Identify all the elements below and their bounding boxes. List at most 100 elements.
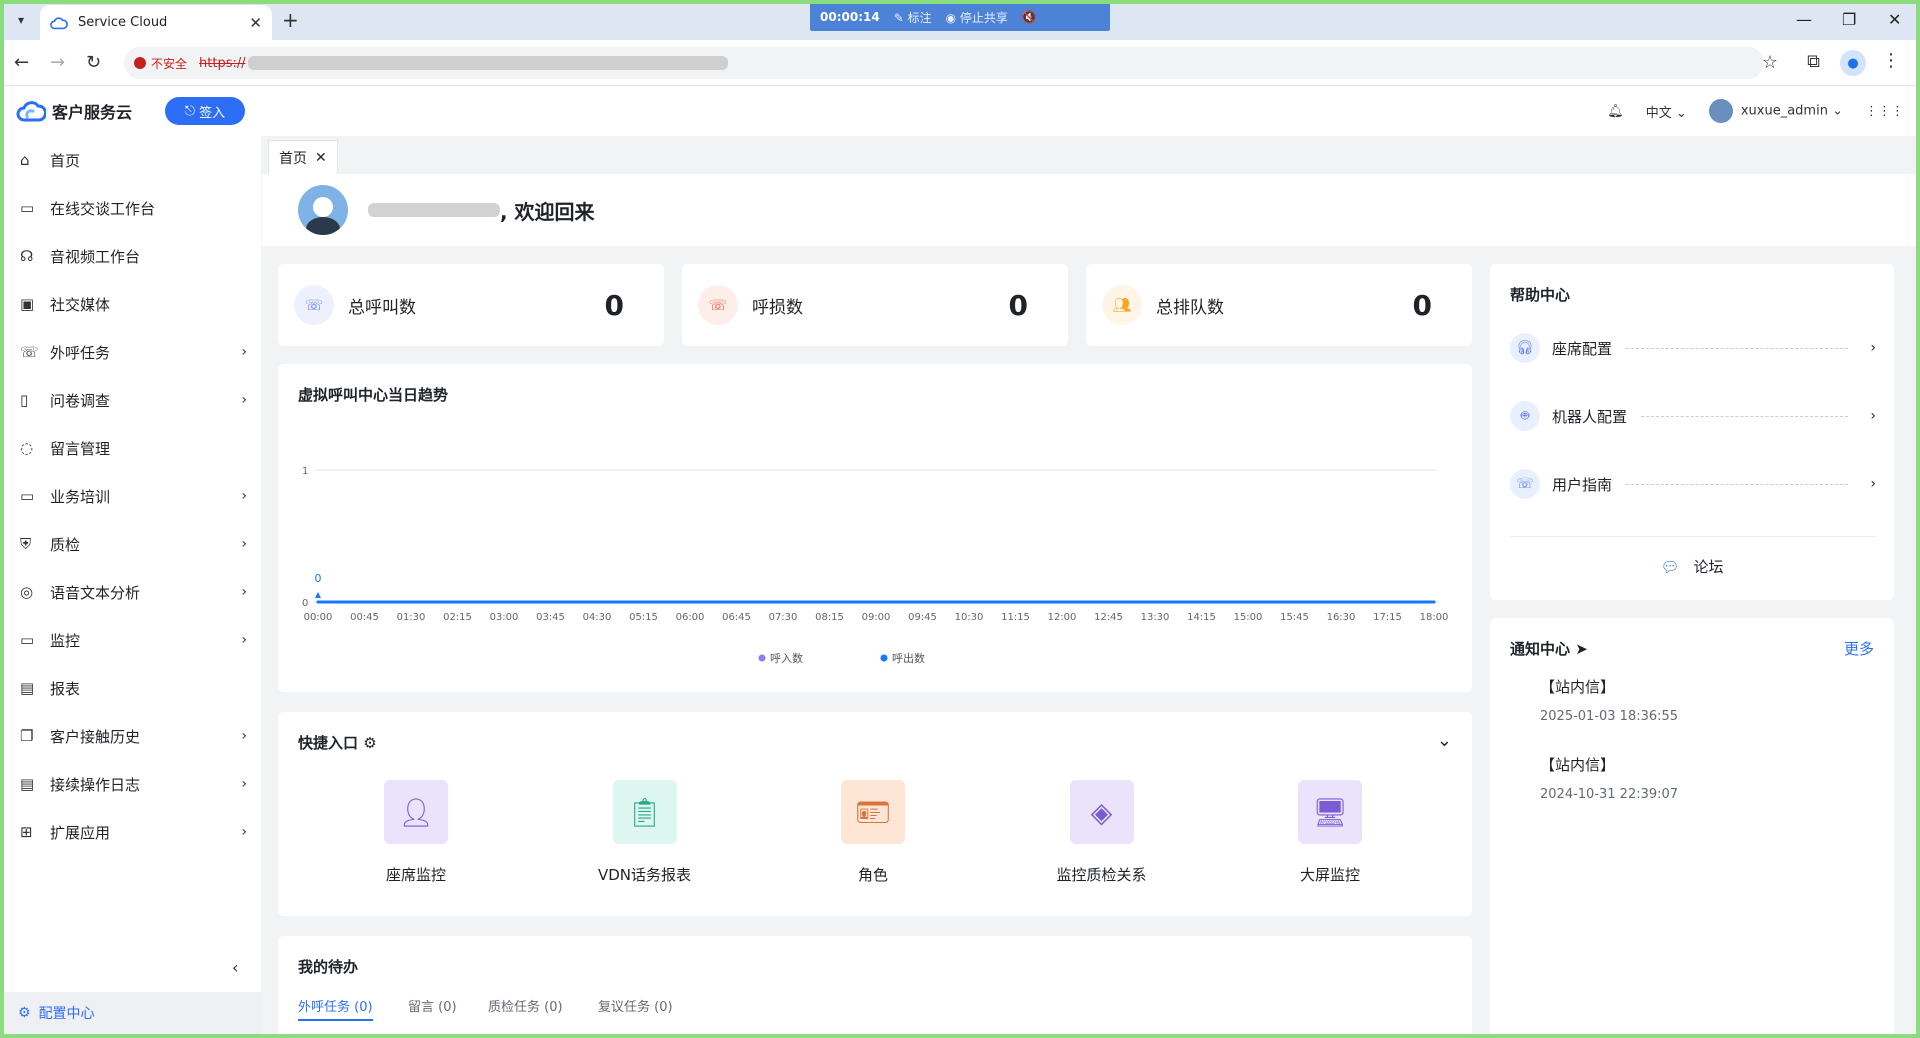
tab-home[interactable]: 首页 ✕ bbox=[268, 140, 338, 174]
sidebar-item-6[interactable]: ◌ 留言管理 bbox=[4, 424, 261, 472]
sidebar-item-13[interactable]: ▤ 接续操作日志 › bbox=[4, 760, 261, 808]
stat-card: ☏ 总呼叫数 0 bbox=[278, 264, 664, 346]
shortcut-item[interactable]: 🖥︎ 大屏监控 bbox=[1250, 780, 1410, 885]
security-indicator[interactable]: 不安全 bbox=[134, 55, 187, 72]
sidebar-item-5[interactable]: ▯ 问卷调查 › bbox=[4, 376, 261, 424]
annotation-label: 0 bbox=[315, 572, 322, 585]
todo-tab[interactable]: 质检任务 (0) bbox=[488, 996, 563, 1015]
x-tick-label: 16:30 bbox=[1327, 612, 1356, 623]
sidebar-item-4[interactable]: ☏ 外呼任务 › bbox=[4, 328, 261, 376]
restore-icon[interactable]: ❐ bbox=[1842, 10, 1856, 29]
help-item[interactable]: ☏ 用户指南 › bbox=[1510, 464, 1876, 504]
app-grid-icon[interactable]: ⋮⋮⋮ bbox=[1865, 104, 1904, 119]
todo-tab[interactable]: 留言 (0) bbox=[408, 996, 457, 1015]
chevron-right-icon: › bbox=[241, 344, 247, 360]
sidebar-item-label: 质检 bbox=[50, 535, 81, 554]
settings-icon[interactable]: ⚙ bbox=[363, 734, 376, 752]
close-window-icon[interactable]: ✕ bbox=[1888, 10, 1901, 29]
notice-title: 【站内信】 bbox=[1540, 678, 1616, 696]
bookmark-star-icon[interactable]: ☆ bbox=[1762, 52, 1778, 73]
sidebar-item-label: 在线交谈工作台 bbox=[50, 199, 156, 218]
sidebar-item-11[interactable]: ▤ 报表 bbox=[4, 664, 261, 712]
browser-tab[interactable]: Service Cloud ✕ bbox=[40, 5, 272, 40]
language-select[interactable]: 中文 ⌄ bbox=[1646, 102, 1687, 121]
data-point bbox=[828, 600, 831, 604]
help-label: 机器人配置 bbox=[1552, 407, 1628, 426]
data-point bbox=[316, 600, 320, 604]
help-icon: 🤖︎ bbox=[1510, 401, 1540, 431]
notice-item[interactable]: 【站内信】 2025-01-03 18:36:55 bbox=[1540, 676, 1678, 724]
x-tick-label: 05:15 bbox=[629, 612, 658, 623]
collapse-shortcuts-icon[interactable]: ⌄ bbox=[1437, 730, 1452, 751]
signin-button[interactable]: ⎋ 签入 bbox=[165, 97, 245, 125]
x-tick-label: 13:30 bbox=[1141, 612, 1170, 623]
stat-label: 总呼叫数 bbox=[348, 297, 416, 318]
chevron-right-icon: › bbox=[1870, 340, 1876, 356]
data-point bbox=[642, 600, 645, 604]
close-icon[interactable]: ✕ bbox=[315, 150, 327, 166]
help-item[interactable]: 🎧︎ 座席配置 › bbox=[1510, 328, 1876, 368]
stat-value: 0 bbox=[1412, 288, 1432, 322]
mute-icon[interactable]: 🔇 bbox=[1022, 10, 1037, 24]
stat-label: 呼损数 bbox=[752, 297, 803, 318]
stat-icon: ☏ bbox=[294, 285, 334, 325]
sidebar-item-label: 外呼任务 bbox=[50, 343, 111, 362]
shortcut-item[interactable]: ◈ 监控质检关系 bbox=[1022, 780, 1182, 885]
browser-menu-icon[interactable]: ⋮ bbox=[1882, 50, 1900, 71]
sidebar-item-0[interactable]: ⌂ 首页 bbox=[4, 136, 261, 184]
x-tick-label: 10:30 bbox=[955, 612, 984, 623]
shortcut-label: VDN话务报表 bbox=[597, 866, 692, 884]
more-link[interactable]: 更多 bbox=[1844, 638, 1874, 659]
sidebar-item-14[interactable]: ⊞ 扩展应用 › bbox=[4, 808, 261, 856]
sidebar-item-2[interactable]: ☊ 音视频工作台 bbox=[4, 232, 261, 280]
user-menu[interactable]: xuxue_admin ⌄ bbox=[1708, 99, 1843, 123]
apps-icon: ⊞ bbox=[20, 823, 33, 841]
back-icon[interactable]: ← bbox=[14, 52, 29, 73]
close-tab-icon[interactable]: ✕ bbox=[249, 14, 262, 32]
history-icon: ❐ bbox=[20, 727, 34, 745]
sidebar-item-1[interactable]: ▭ 在线交谈工作台 bbox=[4, 184, 261, 232]
todo-tab[interactable]: 复议任务 (0) bbox=[598, 996, 673, 1015]
sidebar-item-10[interactable]: ▭ 监控 › bbox=[4, 616, 261, 664]
help-item[interactable]: 🤖︎ 机器人配置 › bbox=[1510, 396, 1876, 436]
sidebar-item-3[interactable]: ▣ 社交媒体 bbox=[4, 280, 261, 328]
sidebar-item-label: 监控 bbox=[50, 631, 81, 650]
shortcut-item[interactable]: 🪪︎ 角色 bbox=[793, 780, 953, 885]
forum-link[interactable]: 💬︎ 论坛 bbox=[1490, 556, 1894, 577]
notice-time: 2025-01-03 18:36:55 bbox=[1540, 709, 1679, 724]
bell-icon[interactable]: 🔔︎ bbox=[1607, 104, 1624, 119]
help-label: 用户指南 bbox=[1552, 475, 1613, 494]
sidebar-item-12[interactable]: ❐ 客户接触历史 › bbox=[4, 712, 261, 760]
new-tab-button[interactable]: + bbox=[282, 8, 299, 32]
extensions-icon[interactable]: ⧉ bbox=[1807, 51, 1820, 72]
minimize-icon[interactable]: — bbox=[1796, 10, 1812, 29]
sidebar-item-7[interactable]: ▭ 业务培训 › bbox=[4, 472, 261, 520]
notice-item[interactable]: 【站内信】 2024-10-31 22:39:07 bbox=[1540, 754, 1678, 802]
tab-search-icon[interactable]: ▾ bbox=[10, 9, 32, 31]
todo-tab[interactable]: 外呼任务 (0) bbox=[298, 996, 373, 1021]
sidebar-item-9[interactable]: ◎ 语音文本分析 › bbox=[4, 568, 261, 616]
shortcut-item[interactable]: 📋︎ VDN话务报表 bbox=[565, 780, 725, 885]
url-input[interactable]: 不安全 https:// bbox=[124, 47, 1764, 79]
stop-share-button[interactable]: ◉ 停止共享 bbox=[946, 9, 1008, 26]
x-tick-label: 09:00 bbox=[862, 612, 891, 623]
forward-icon[interactable]: → bbox=[50, 52, 65, 73]
x-tick-label: 08:15 bbox=[815, 612, 844, 623]
reload-icon[interactable]: ↻ bbox=[86, 52, 101, 73]
sidebar-item-8[interactable]: ⛨ 质检 › bbox=[4, 520, 261, 568]
training-icon: ▭ bbox=[20, 487, 35, 505]
sidebar-item-label: 扩展应用 bbox=[50, 823, 111, 842]
data-point bbox=[1293, 600, 1296, 604]
shortcut-item[interactable]: 👤︎ 座席监控 bbox=[336, 780, 496, 885]
config-center-link[interactable]: ⚙ 配置中心 bbox=[4, 992, 261, 1034]
profile-icon[interactable]: ● bbox=[1840, 50, 1866, 76]
data-point bbox=[781, 600, 785, 604]
annotate-button[interactable]: ✎ 标注 bbox=[894, 9, 932, 26]
notice-title: 通知中心 ➤ bbox=[1510, 640, 1588, 658]
x-tick-label: 17:15 bbox=[1373, 612, 1402, 623]
collapse-sidebar-icon[interactable]: ‹ bbox=[232, 958, 238, 977]
data-point bbox=[1200, 600, 1203, 604]
app-logo[interactable]: 客户服务云 bbox=[16, 98, 132, 124]
url-redacted bbox=[247, 56, 728, 70]
browser-tab-title: Service Cloud bbox=[78, 15, 168, 30]
